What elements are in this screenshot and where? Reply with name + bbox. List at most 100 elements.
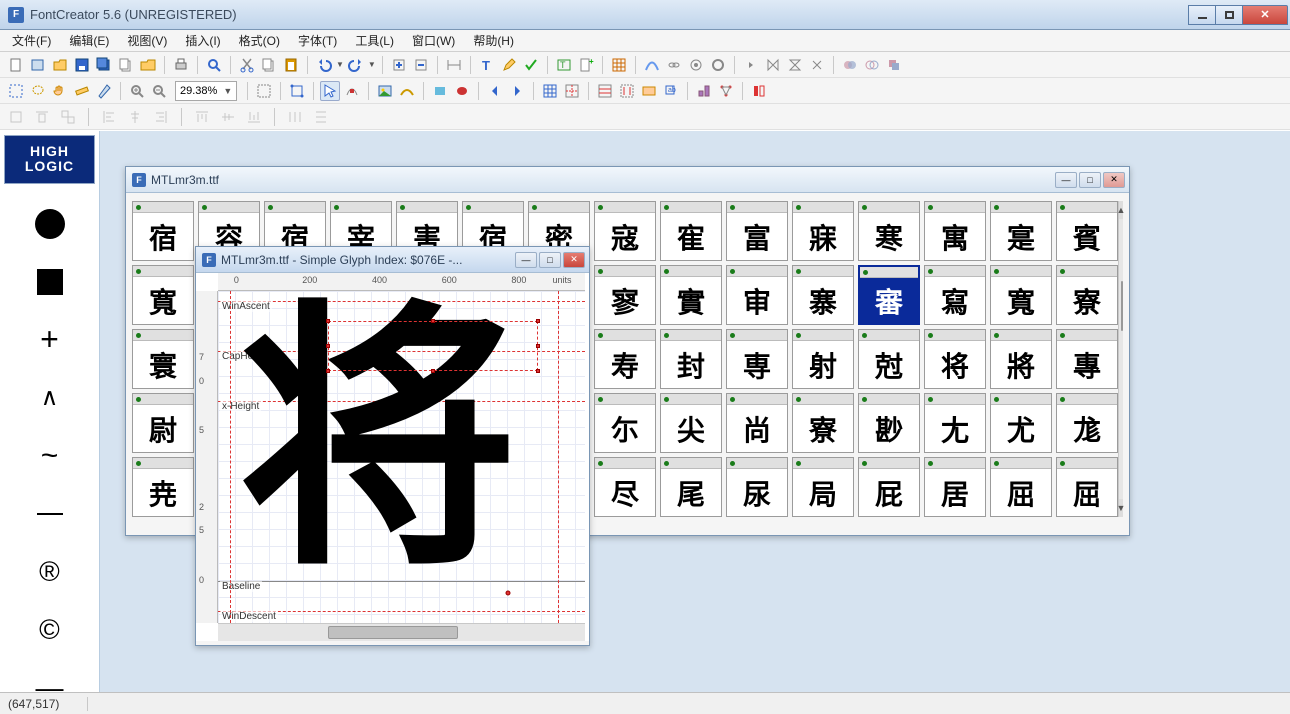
edit-icon[interactable] [499, 55, 519, 75]
distribute-h-icon[interactable] [285, 107, 305, 127]
align-right-icon[interactable] [151, 107, 171, 127]
check-icon[interactable] [521, 55, 541, 75]
menu-file[interactable]: 文件(F) [8, 30, 55, 51]
redo-icon[interactable] [346, 55, 366, 75]
align-bottom-icon[interactable] [244, 107, 264, 127]
menu-edit[interactable]: 编辑(E) [65, 30, 113, 51]
palette-plus-icon[interactable]: + [32, 322, 68, 358]
folder-open-icon[interactable] [138, 55, 158, 75]
menu-insert[interactable]: 插入(I) [181, 30, 224, 51]
layers-icon[interactable]: ab [661, 81, 681, 101]
glyph-cell[interactable]: 尤 [990, 393, 1052, 453]
glyph-cell[interactable]: 尅 [858, 329, 920, 389]
glyph-cell[interactable]: 寒 [858, 201, 920, 261]
menu-window[interactable]: 窗口(W) [408, 30, 459, 51]
glyph-cell[interactable]: 寥 [594, 265, 656, 325]
overview-maximize-button[interactable]: □ [1079, 172, 1101, 188]
scroll-up-icon[interactable]: ▲ [1119, 201, 1123, 219]
glyph-cell[interactable]: 屈 [990, 457, 1052, 517]
lock-icon[interactable] [6, 107, 26, 127]
overview-minimize-button[interactable]: — [1055, 172, 1077, 188]
open-icon[interactable] [50, 55, 70, 75]
menu-help[interactable]: 帮助(H) [469, 30, 518, 51]
save-all-icon[interactable] [94, 55, 114, 75]
save-icon[interactable] [72, 55, 92, 75]
glyph-cell[interactable]: 寇 [594, 201, 656, 261]
union-icon[interactable] [840, 55, 860, 75]
node-icon[interactable] [342, 81, 362, 101]
fit-window-icon[interactable] [254, 81, 274, 101]
glyph-cell[interactable]: 専 [726, 329, 788, 389]
align-top-icon[interactable] [32, 107, 52, 127]
link-icon[interactable] [664, 55, 684, 75]
glyph-canvas[interactable]: WinAscent CapHeight x-Height Baseline Wi… [218, 291, 585, 623]
zoom-out-icon[interactable] [149, 81, 169, 101]
group-icon[interactable] [58, 107, 78, 127]
glyph-cell[interactable]: 尨 [1056, 393, 1118, 453]
select-rect-icon[interactable] [6, 81, 26, 101]
glyph-cell[interactable]: 審 [858, 265, 920, 325]
glyph-cell[interactable]: 寰 [132, 329, 194, 389]
fill-indicator-icon[interactable] [749, 81, 769, 101]
guides-icon[interactable] [562, 81, 582, 101]
align-left-icon[interactable] [741, 55, 761, 75]
glyph-cell[interactable]: 尚 [726, 393, 788, 453]
search-icon[interactable] [204, 55, 224, 75]
glyph-cell[interactable]: 富 [726, 201, 788, 261]
curve-tool-icon[interactable] [397, 81, 417, 101]
distribute-v-icon[interactable] [311, 107, 331, 127]
glyph-cell[interactable]: 尭 [132, 457, 194, 517]
menu-tools[interactable]: 工具(L) [351, 30, 398, 51]
prev-glyph-icon[interactable] [485, 81, 505, 101]
glyph-cell[interactable]: 寬 [132, 265, 194, 325]
measure-icon[interactable] [72, 81, 92, 101]
glyph-cell[interactable]: 專 [1056, 329, 1118, 389]
menu-format[interactable]: 格式(O) [235, 30, 284, 51]
glyph-cell[interactable]: 實 [660, 265, 722, 325]
pen-icon[interactable] [94, 81, 114, 101]
bearings-icon[interactable] [617, 81, 637, 101]
nodes-view-icon[interactable] [716, 81, 736, 101]
lasso-icon[interactable] [28, 81, 48, 101]
scroll-thumb[interactable] [1121, 281, 1123, 331]
glyph-cell[interactable]: 寮 [792, 393, 854, 453]
glyph-cell[interactable]: 尓 [594, 393, 656, 453]
align-center-icon[interactable] [125, 107, 145, 127]
glyph-cell[interactable]: 尾 [660, 457, 722, 517]
ellipse-tool-icon[interactable] [452, 81, 472, 101]
rect-tool-icon[interactable] [430, 81, 450, 101]
import-icon[interactable] [411, 55, 431, 75]
glyph-editor-window[interactable]: F MTLmr3m.ttf - Simple Glyph Index: $076… [195, 246, 590, 646]
glyph-cell[interactable]: 宿 [132, 201, 194, 261]
glyph-cell[interactable]: 射 [792, 329, 854, 389]
glyph-cell[interactable]: 尠 [858, 393, 920, 453]
glyph-cell[interactable]: 尢 [924, 393, 986, 453]
scroll-down-icon[interactable]: ▼ [1119, 499, 1123, 517]
gear-icon[interactable] [686, 55, 706, 75]
curve-icon[interactable] [642, 55, 662, 75]
glyph-cell[interactable]: 寓 [924, 201, 986, 261]
palette-copyright-icon[interactable]: © [32, 612, 68, 648]
rotate-icon[interactable] [807, 55, 827, 75]
metrics-view-icon[interactable] [595, 81, 615, 101]
grid-icon[interactable] [540, 81, 560, 101]
close-button[interactable] [1242, 5, 1288, 25]
menu-font[interactable]: 字体(T) [294, 30, 341, 51]
editor-minimize-button[interactable]: — [515, 252, 537, 268]
pointer-icon[interactable] [320, 81, 340, 101]
align-top-icon2[interactable] [192, 107, 212, 127]
palette-caret-icon[interactable]: ∧ [32, 380, 68, 416]
align-left-icon2[interactable] [99, 107, 119, 127]
zoom-combo[interactable]: 29.38% ▼ [175, 81, 237, 101]
glyph-cell[interactable]: 寉 [660, 201, 722, 261]
print-icon[interactable] [171, 55, 191, 75]
flip-v-icon[interactable] [785, 55, 805, 75]
glyph-cell[interactable]: 局 [792, 457, 854, 517]
glyph-cell[interactable]: 屈 [1056, 457, 1118, 517]
undo-icon[interactable] [314, 55, 334, 75]
copy-icon[interactable] [116, 55, 136, 75]
align-middle-icon[interactable] [218, 107, 238, 127]
glyph-cell[interactable]: 寬 [990, 265, 1052, 325]
text-icon[interactable]: T [477, 55, 497, 75]
palette-square-icon[interactable] [32, 264, 68, 300]
